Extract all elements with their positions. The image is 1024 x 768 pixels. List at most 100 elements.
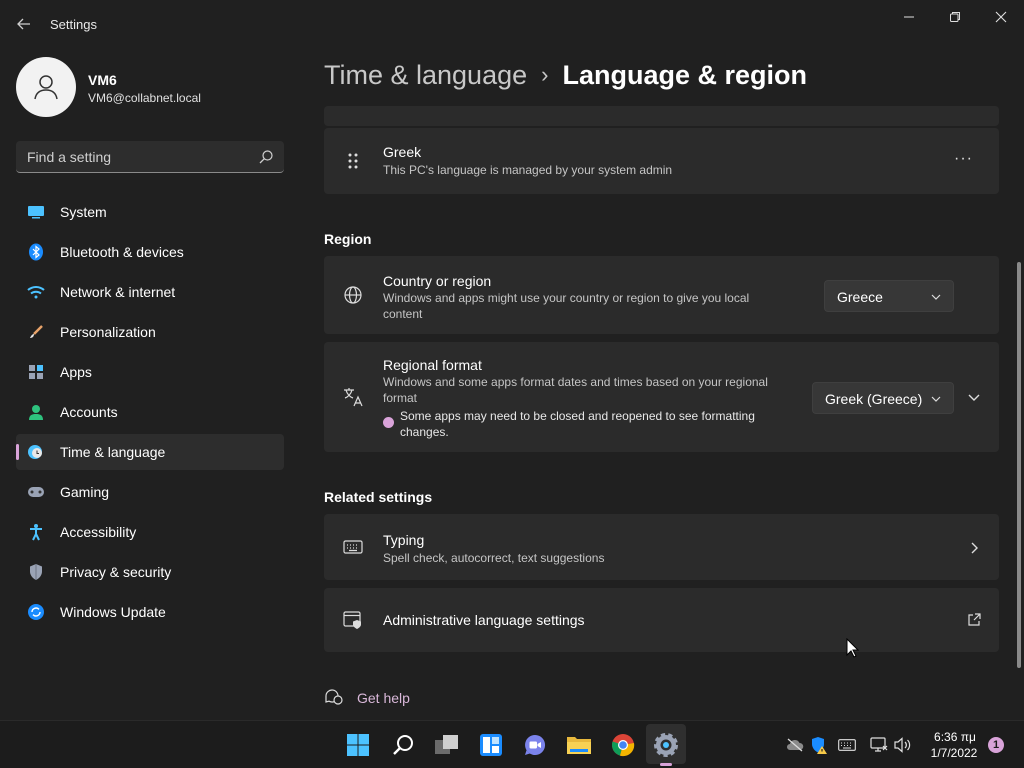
time-language-icon [27,443,45,461]
chat-button[interactable] [520,730,550,760]
sidebar-item-accessibility[interactable]: Accessibility [16,514,284,550]
settings-app-button[interactable] [651,730,681,760]
user-icon [34,75,58,100]
network-status-icon[interactable] [870,736,888,754]
globe-icon [342,284,364,306]
info-icon [383,417,394,428]
breadcrumb-separator: › [541,62,549,87]
close-button[interactable] [978,6,1024,28]
keyboard-icon[interactable] [838,736,856,754]
personalization-icon [27,323,45,341]
sidebar-item-label: Accessibility [60,524,137,540]
sidebar-item-apps[interactable]: Apps [16,354,284,390]
related-settings-heading: Related settings [324,489,433,505]
admin-settings-icon [342,609,364,631]
bluetooth-icon [27,243,45,261]
search-icon [393,735,413,755]
sidebar-item-windows-update[interactable]: Windows Update [16,594,284,630]
system-icon [27,203,45,221]
admin-language-title: Administrative language settings [383,612,585,628]
profile-name: VM6 [88,72,117,88]
title-bar: Settings [0,0,1024,48]
privacy-icon [27,563,45,581]
typing-card[interactable]: Typing Spell check, autocorrect, text su… [324,514,999,580]
clock-time[interactable]: 6:36 πμ [930,730,980,744]
breadcrumb-parent[interactable]: Time & language [324,60,527,90]
language-card-partial [324,106,999,126]
widgets-button[interactable] [476,730,506,760]
file-explorer-button[interactable] [564,730,594,760]
file-explorer-icon [567,737,591,754]
get-help-link[interactable]: Get help [324,688,410,711]
chevron-right-icon [971,542,978,554]
back-arrow-icon [17,18,30,30]
back-button[interactable] [14,14,34,34]
start-icon [347,734,369,756]
sidebar-item-bluetooth[interactable]: Bluetooth & devices [16,234,284,270]
sidebar-item-gaming[interactable]: Gaming [16,474,284,510]
app-title: Settings [50,17,97,32]
language-subtitle: This PC's language is managed by your sy… [383,163,673,177]
taskbar-search-button[interactable] [388,730,418,760]
regional-format-dropdown[interactable]: Greek (Greece) [812,382,954,414]
sidebar: VM6 VM6@collabnet.local Find a setting S… [0,48,300,720]
language-title: Greek [383,144,422,160]
drag-handle-icon[interactable] [342,150,364,172]
chat-icon [525,734,546,755]
external-link-icon [968,613,981,626]
accessibility-icon [27,523,45,541]
onedrive-offline-icon[interactable] [786,736,804,754]
sidebar-item-label: Time & language [60,444,166,460]
accounts-icon [27,403,45,421]
chrome-icon [612,734,635,757]
sidebar-item-label: Bluetooth & devices [60,244,184,260]
scrollbar[interactable] [1017,262,1021,668]
sidebar-item-label: Personalization [60,324,156,340]
language-format-icon [342,386,364,408]
sidebar-item-label: Apps [60,364,92,380]
regional-format-value: Greek (Greece) [825,391,923,407]
format-note-2: changes. [400,425,449,439]
minimize-button[interactable] [886,6,932,28]
format-note-1: Some apps may need to be closed and reop… [400,409,755,423]
sidebar-item-system[interactable]: System [16,194,284,230]
task-view-button[interactable] [432,730,462,760]
expand-chevron-icon[interactable] [967,392,981,404]
search-icon [259,150,273,164]
volume-icon[interactable] [894,736,912,754]
notification-badge[interactable]: 1 [988,737,1004,753]
admin-language-card[interactable]: Administrative language settings [324,588,999,652]
sidebar-item-personalization[interactable]: Personalization [16,314,284,350]
profile-email: VM6@collabnet.local [88,91,201,105]
search-input[interactable]: Find a setting [16,141,284,173]
chrome-button[interactable] [608,730,638,760]
typing-title: Typing [383,532,425,548]
keyboard-icon [342,536,364,558]
help-icon [325,689,343,705]
format-subtitle-1: Windows and some apps format dates and t… [383,375,768,389]
sidebar-item-privacy[interactable]: Privacy & security [16,554,284,590]
chevron-down-icon [931,294,941,300]
country-dropdown-value: Greece [837,289,883,305]
country-subtitle-1: Windows and apps might use your country … [383,291,750,305]
format-subtitle-2: format [383,391,418,405]
gaming-icon [27,483,45,501]
apps-icon [27,363,45,381]
widgets-icon [480,734,502,756]
restore-button[interactable] [932,6,978,28]
avatar[interactable] [16,57,76,117]
country-dropdown[interactable]: Greece [824,280,954,312]
sidebar-item-label: Gaming [60,484,110,500]
more-options-button[interactable]: ··· [954,150,973,168]
clock-date[interactable]: 1/7/2022 [926,746,982,760]
format-title: Regional format [383,357,482,373]
restore-icon [950,12,960,22]
defender-icon[interactable] [810,736,828,754]
language-card-greek: Greek This PC's language is managed by y… [324,128,999,194]
regional-format-card[interactable]: Regional format Windows and some apps fo… [324,342,999,452]
start-button[interactable] [343,730,373,760]
task-view-icon [435,735,458,754]
sidebar-item-network[interactable]: Network & internet [16,274,284,310]
sidebar-item-time-language[interactable]: Time & language [16,434,284,470]
sidebar-item-accounts[interactable]: Accounts [16,394,284,430]
